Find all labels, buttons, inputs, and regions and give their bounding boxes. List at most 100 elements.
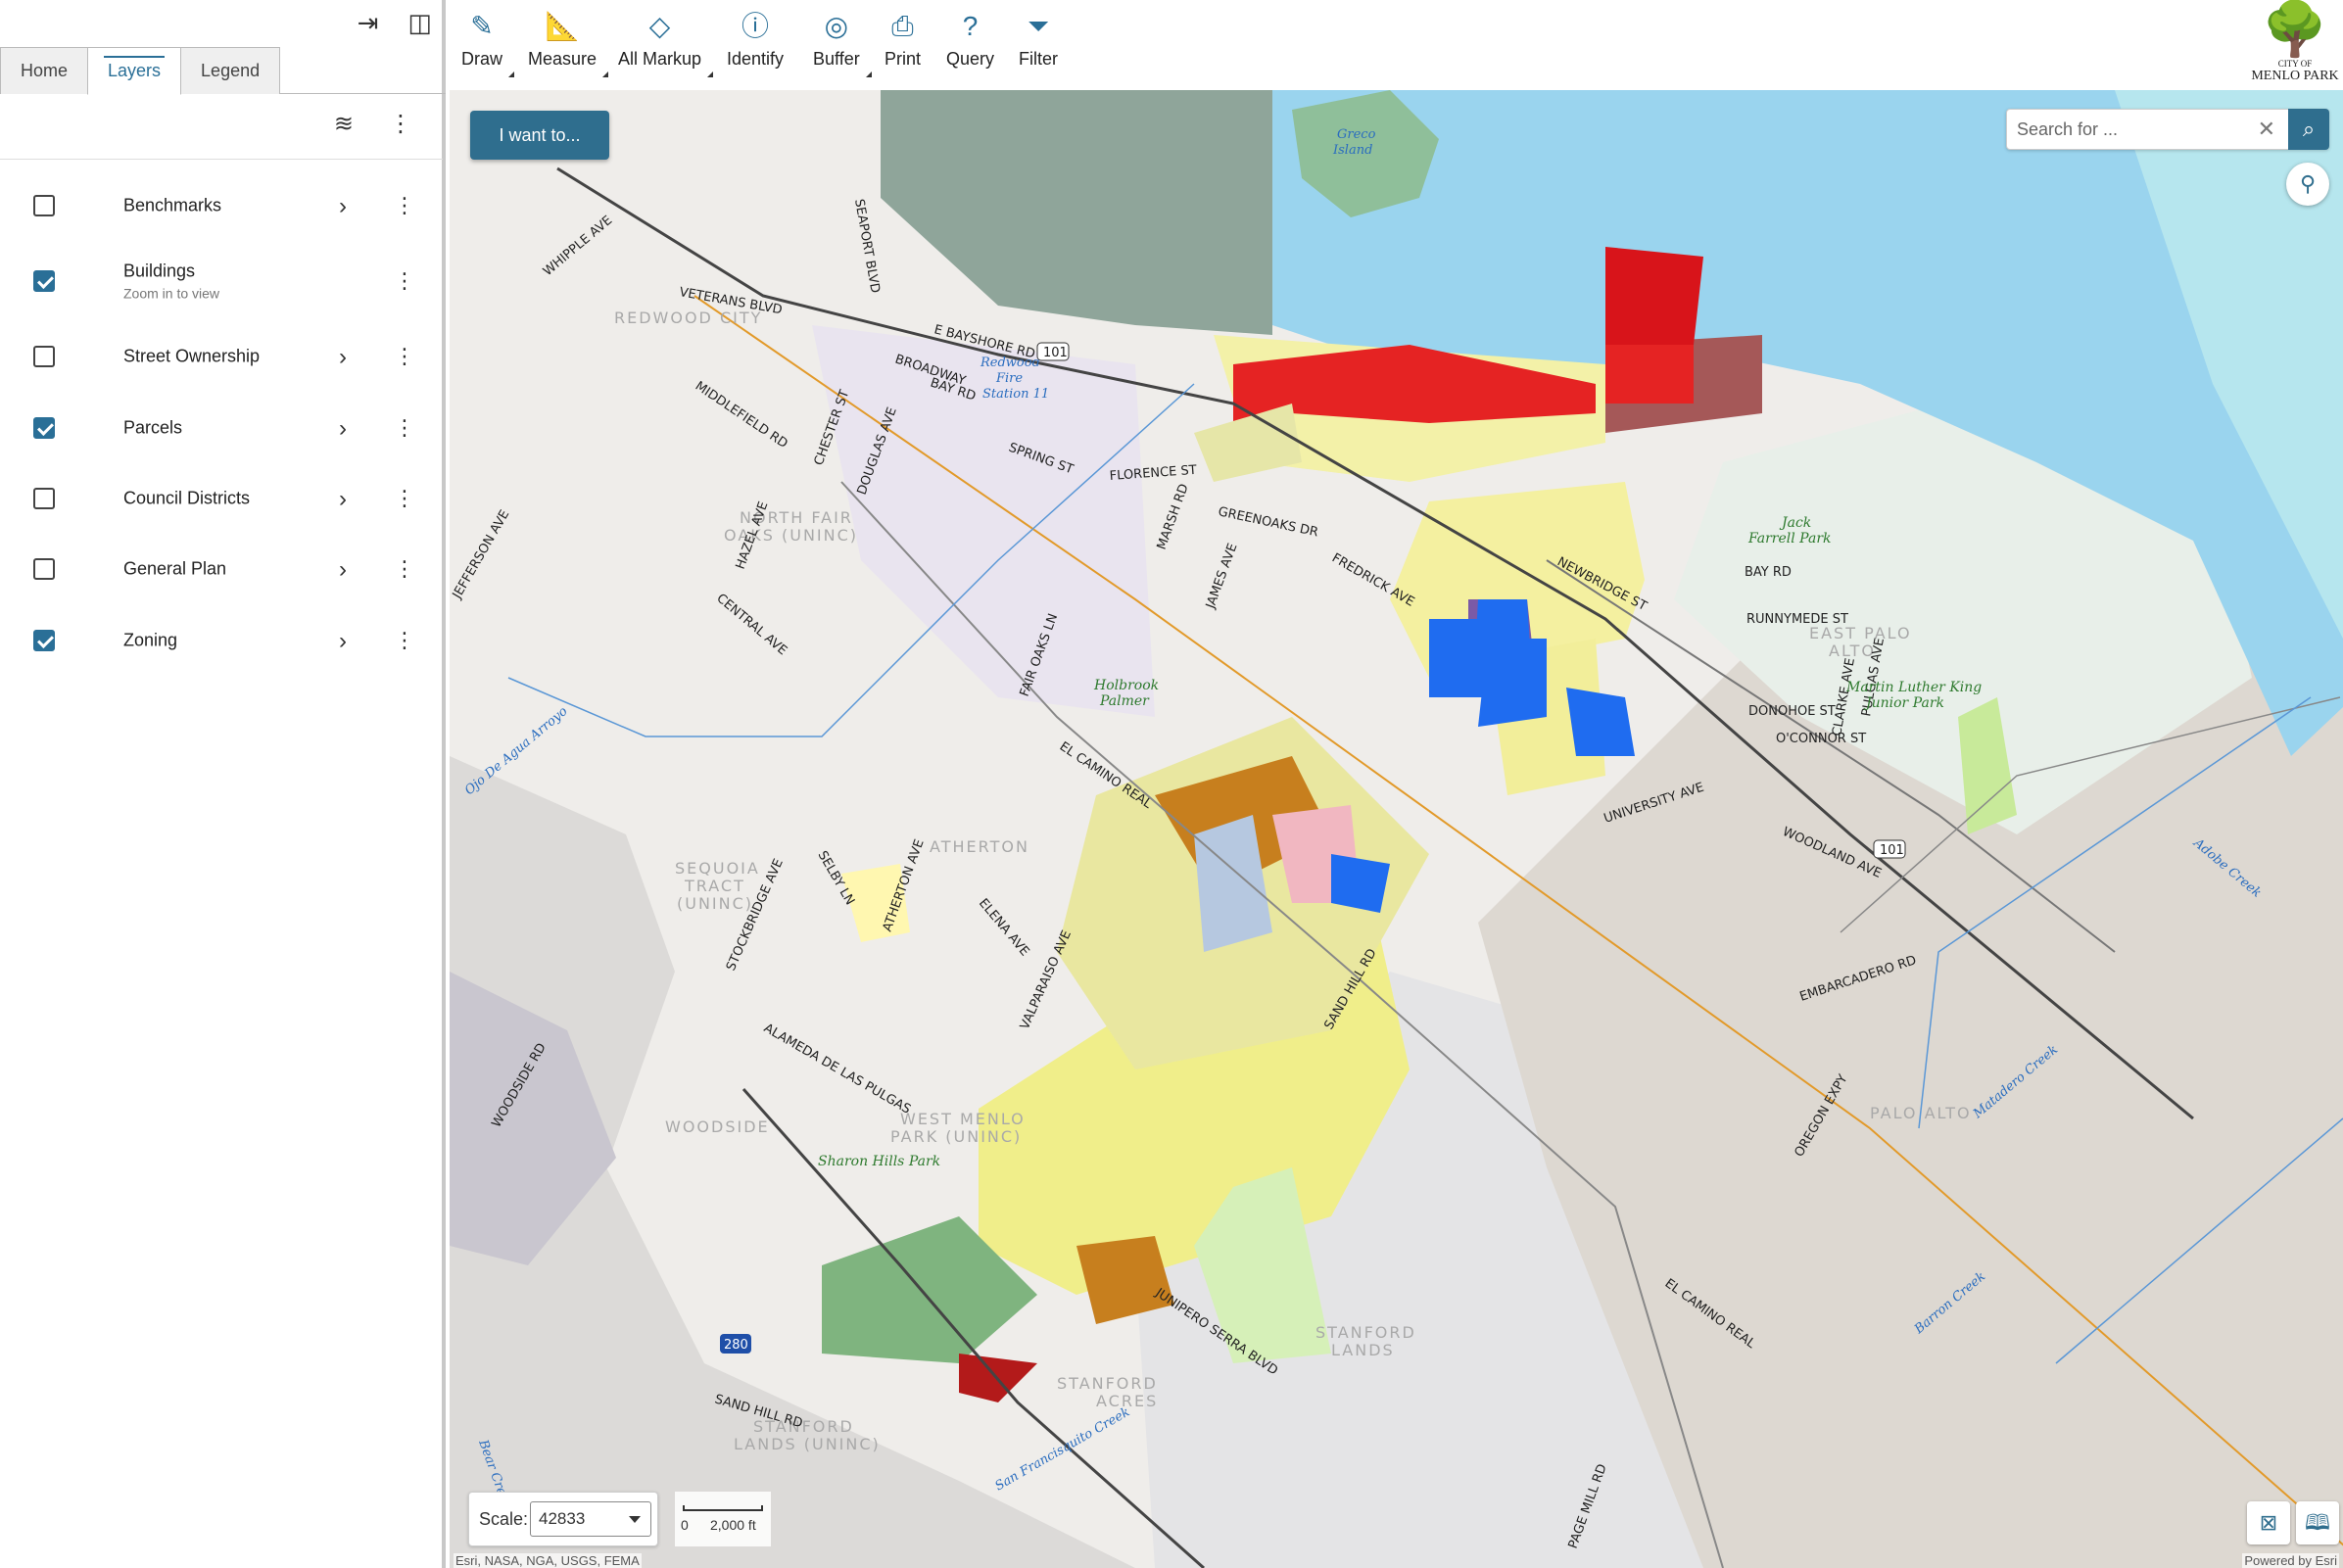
layer-subtext: Zoom in to view [123, 285, 220, 302]
more-options-icon[interactable]: ⋮ [389, 110, 412, 138]
search-icon[interactable]: ⌕ [2288, 109, 2329, 150]
pencil-icon: ✎ [470, 11, 494, 41]
user-location-icon[interactable]: ⚲ [2286, 163, 2329, 206]
scale-select[interactable]: 42833 [530, 1501, 651, 1537]
powered-by-esri[interactable]: Powered by Esri [2242, 1553, 2339, 1568]
buffer-icon: ◎ [824, 11, 849, 41]
map-label-sharon: Sharon Hills Park [818, 1154, 940, 1169]
zoning-industrial-2 [1605, 345, 1694, 404]
chevron-right-icon[interactable]: › [339, 486, 347, 513]
collapse-panel-icon[interactable]: ⇥ [358, 8, 379, 37]
layer-checkbox[interactable] [33, 630, 55, 651]
layer-name: Parcels [123, 417, 183, 438]
printer-icon: ⎙ [891, 11, 914, 41]
map-canvas[interactable]: Greco Island REDWOOD CITY NORTH FAIR OAK… [450, 90, 2343, 1568]
layer-checkbox[interactable] [33, 270, 55, 292]
layer-row-general-plan[interactable]: General Plan › ⋮ [0, 540, 443, 598]
layer-name: Benchmarks [123, 195, 222, 215]
more-options-icon[interactable]: ⋮ [394, 415, 415, 441]
layer-checkbox[interactable] [33, 417, 55, 439]
buffer-tool-button[interactable]: ◎ Buffer [813, 10, 872, 77]
map-label-lands: LANDS [1331, 1341, 1395, 1359]
all-markup-tool-button[interactable]: ◇ All Markup [618, 10, 714, 77]
map-label-oconnor: O'CONNOR ST [1776, 732, 1866, 746]
chevron-right-icon[interactable]: › [339, 556, 347, 584]
query-tool-button[interactable]: ? Query [946, 10, 994, 70]
map-label-west-menlo: WEST MENLO [900, 1110, 1026, 1128]
layer-checkbox[interactable] [33, 488, 55, 509]
layer-row-council-districts[interactable]: Council Districts › ⋮ [0, 469, 443, 528]
layer-checkbox[interactable] [33, 195, 55, 216]
menu-caret-icon [865, 71, 872, 77]
map-label-greco: Greco [1337, 127, 1376, 142]
identify-tool-button[interactable]: ⓘ Identify [727, 10, 784, 70]
print-tool-button[interactable]: ⎙ Print [885, 10, 921, 70]
tool-label: Buffer [813, 49, 860, 69]
map-label-redwood-fire: Redwood [980, 356, 1040, 370]
map-label-atherton: ATHERTON [930, 837, 1029, 856]
i-want-to-button[interactable]: I want to... [470, 111, 609, 160]
scalebar-zero: 0 [681, 1517, 689, 1533]
tool-label: Query [946, 49, 995, 69]
draw-tool-button[interactable]: ✎ Draw [461, 10, 515, 77]
layer-name: General Plan [123, 558, 227, 579]
map-label-tract: TRACT [684, 877, 745, 895]
map-layers-toggle-icon[interactable]: ⊠ [2247, 1501, 2290, 1544]
more-options-icon[interactable]: ⋮ [394, 628, 415, 653]
layer-name: Buildings Zoom in to view [123, 261, 219, 302]
chevron-right-icon[interactable]: › [339, 415, 347, 443]
tool-label: Identify [727, 49, 785, 69]
more-options-icon[interactable]: ⋮ [394, 268, 415, 294]
filter-tool-button[interactable]: ⏷ Filter [1019, 10, 1058, 70]
search-input[interactable]: Search for ... [2017, 110, 2118, 149]
map-label-bay-rd-east: BAY RD [1745, 565, 1792, 580]
map-label-palo-alto: PALO ALTO [1870, 1104, 1972, 1122]
search-box[interactable]: Search for ... ✕ ⌕ [2006, 109, 2329, 150]
map-label-acres: ACRES [1096, 1392, 1158, 1410]
tab-layers[interactable]: Layers [87, 47, 182, 95]
left-panel: ⇥ ◫ Home Layers Legend ≋ ⋮ Benchmarks › … [0, 0, 446, 1568]
layer-row-street-ownership[interactable]: Street Ownership › ⋮ [0, 327, 443, 386]
layer-row-zoning[interactable]: Zoning › ⋮ [0, 611, 443, 670]
chevron-right-icon[interactable]: › [339, 193, 347, 220]
divider [0, 159, 443, 160]
map-label-lands-uninc: LANDS (UNINC) [734, 1435, 881, 1453]
menu-caret-icon [508, 71, 515, 77]
more-options-icon[interactable]: ⋮ [394, 344, 415, 369]
layer-row-buildings[interactable]: Buildings Zoom in to view ⋮ [0, 252, 443, 310]
more-options-icon[interactable]: ⋮ [394, 193, 415, 218]
zoning-public-facility-5 [1429, 619, 1488, 697]
layer-name: Zoning [123, 630, 178, 650]
chevron-right-icon[interactable]: › [339, 628, 347, 655]
menu-caret-icon [602, 71, 609, 77]
query-icon: ? [962, 11, 979, 41]
map-view[interactable]: Greco Island REDWOOD CITY NORTH FAIR OAK… [450, 90, 2343, 1568]
layers-list-icon[interactable]: ≋ [334, 110, 354, 138]
tab-legend[interactable]: Legend [180, 47, 281, 94]
layer-name-text: Buildings [123, 261, 196, 281]
scalebar-line [683, 1505, 763, 1511]
more-options-icon[interactable]: ⋮ [394, 486, 415, 511]
tool-label: Measure [528, 49, 598, 69]
scale-control: Scale: 42833 [468, 1492, 658, 1546]
expand-panel-icon[interactable]: ◫ [407, 8, 432, 37]
layer-checkbox[interactable] [33, 346, 55, 367]
tab-home[interactable]: Home [0, 47, 89, 94]
map-label-uninc: (UNINC) [677, 894, 753, 913]
layer-row-benchmarks[interactable]: Benchmarks › ⋮ [0, 176, 443, 235]
clear-search-icon[interactable]: ✕ [2258, 110, 2275, 149]
map-label-woodside: WOODSIDE [665, 1117, 770, 1136]
chevron-right-icon[interactable]: › [339, 344, 347, 371]
more-options-icon[interactable]: ⋮ [394, 556, 415, 582]
oak-tree-icon: 🌳 [2262, 0, 2328, 59]
layer-checkbox[interactable] [33, 558, 55, 580]
map-attribution: Esri, NASA, NGA, USGS, FEMA [454, 1553, 642, 1568]
layer-name: Council Districts [123, 488, 251, 508]
measure-tool-button[interactable]: 📐 Measure [528, 10, 609, 77]
map-label-jr-park: Junior Park [1863, 695, 1944, 711]
map-label-island: Island [1332, 143, 1372, 158]
zoning-public-facility-2 [1331, 854, 1390, 913]
tool-label: All Markup [618, 49, 702, 69]
bookmarks-icon[interactable]: 🕮 [2296, 1501, 2339, 1544]
layer-row-parcels[interactable]: Parcels › ⋮ [0, 399, 443, 457]
